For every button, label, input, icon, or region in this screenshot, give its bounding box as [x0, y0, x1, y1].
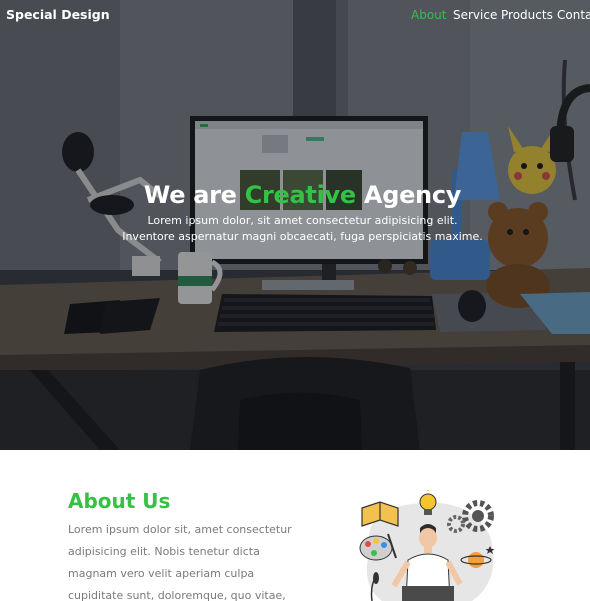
nav-link-products[interactable]: Products — [501, 8, 553, 22]
hero-title-part1: We are — [143, 181, 237, 209]
hero-title: We are Creative Agency — [120, 180, 485, 210]
hero-description: Lorem ipsum dolor, sit amet consectetur … — [122, 214, 483, 243]
about-section: About Us Lorem ipsum dolor sit, amet con… — [0, 450, 590, 601]
nav-link-about[interactable]: About — [411, 8, 446, 22]
hero-section: Special Design About Service Products Co… — [0, 0, 590, 450]
hero-content: We are Creative Agency Lorem ipsum dolor… — [120, 180, 485, 245]
site-logo[interactable]: Special Design — [6, 7, 110, 22]
about-title: About Us — [68, 489, 171, 513]
nav-link-service[interactable]: Service — [453, 8, 497, 22]
about-text: Lorem ipsum dolor sit, amet consectetur … — [68, 523, 292, 601]
hero-title-part2: Agency — [363, 181, 462, 209]
navbar: Special Design About Service Products Co… — [0, 0, 590, 32]
nav-link-contact[interactable]: Contact — [557, 8, 590, 22]
creative-person-illustration — [359, 490, 495, 601]
hero-title-accent: Creative — [244, 181, 356, 209]
